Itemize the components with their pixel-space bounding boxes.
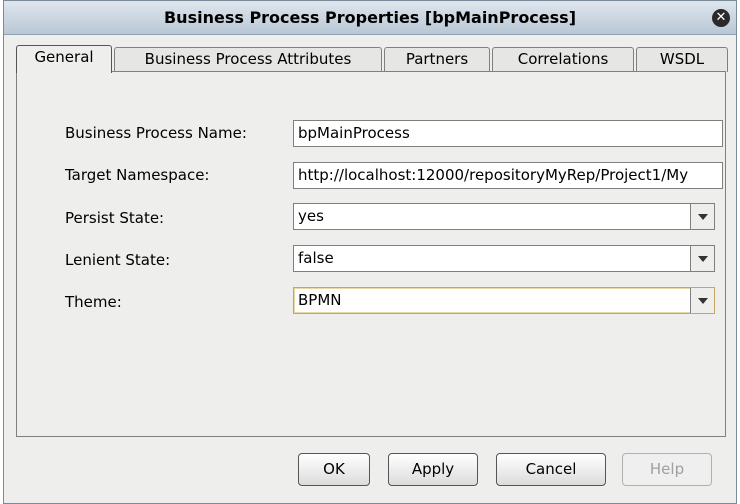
lenient-state-label: Lenient State: [65, 251, 171, 269]
title-bar[interactable]: Business Process Properties [bpMainProce… [4, 1, 736, 35]
lenient-state-select[interactable]: false [293, 245, 715, 272]
tab-partners[interactable]: Partners [384, 47, 490, 72]
persist-state-select[interactable]: yes [293, 203, 715, 230]
close-icon[interactable]: ✕ [712, 9, 730, 27]
business-process-name-field[interactable]: bpMainProcess [293, 120, 723, 147]
button-bar: OK Apply Cancel Help [4, 441, 736, 503]
dialog-title: Business Process Properties [bpMainProce… [163, 8, 576, 27]
chevron-down-icon[interactable] [690, 288, 714, 313]
theme-label: Theme: [65, 293, 122, 311]
business-process-name-label: Business Process Name: [65, 124, 247, 142]
target-namespace-label: Target Namespace: [65, 166, 210, 184]
target-namespace-field[interactable]: http://localhost:12000/repositoryMyRep/P… [293, 162, 723, 189]
help-button[interactable]: Help [622, 453, 712, 486]
tab-general[interactable]: General [16, 45, 112, 73]
apply-button[interactable]: Apply [388, 453, 478, 486]
tab-correlations[interactable]: Correlations [492, 47, 634, 72]
persist-state-value: yes [298, 207, 324, 225]
lenient-state-value: false [298, 249, 334, 267]
general-panel: Business Process Name: bpMainProcess Tar… [16, 71, 726, 437]
cancel-button[interactable]: Cancel [496, 453, 606, 486]
tab-business-process-attributes[interactable]: Business Process Attributes [114, 47, 382, 72]
tab-wsdl[interactable]: WSDL [636, 47, 728, 72]
ok-button[interactable]: OK [298, 453, 370, 486]
chevron-down-icon[interactable] [690, 204, 714, 229]
chevron-down-icon[interactable] [690, 246, 714, 271]
properties-dialog: Business Process Properties [bpMainProce… [3, 0, 737, 504]
persist-state-label: Persist State: [65, 209, 165, 227]
theme-value: BPMN [298, 291, 342, 309]
theme-select[interactable]: BPMN [293, 287, 715, 314]
